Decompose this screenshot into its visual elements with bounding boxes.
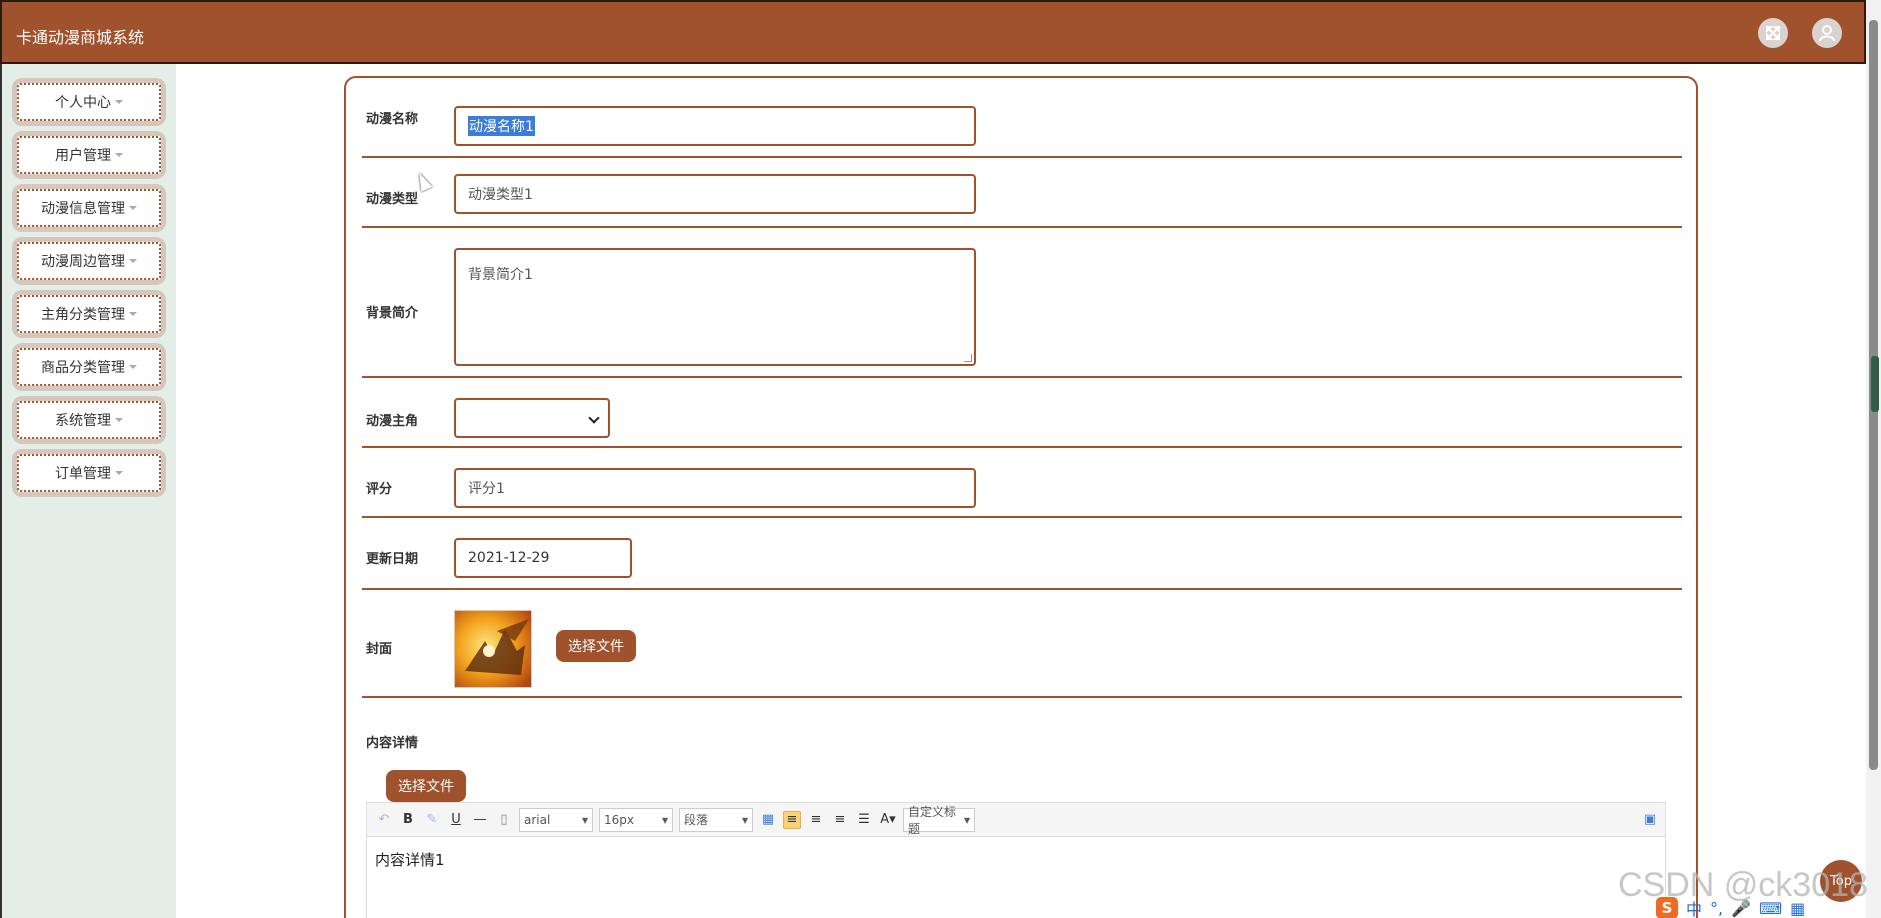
- field-label: 评分: [366, 482, 393, 497]
- detail-choose-file-button[interactable]: 选择文件: [386, 770, 466, 802]
- keyboard-icon[interactable]: ⌨: [1759, 899, 1782, 918]
- sidebar-item-anime-info[interactable]: 动漫信息管理: [12, 184, 166, 232]
- format-painter-icon[interactable]: ✎: [423, 811, 441, 829]
- editor-toolbar: ↶ B ✎ U — ▯ arial ▾ 16px ▾ 段落 ▾ ▦ ≡ ≡ ≡ ☰ A…: [367, 803, 1665, 837]
- user-icon[interactable]: [1812, 18, 1842, 48]
- caret-down-icon: [115, 471, 123, 475]
- custom-title-select[interactable]: 自定义标题 ▾: [903, 805, 975, 836]
- sidebar-item-product-category[interactable]: 商品分类管理: [12, 343, 166, 391]
- cover-image: [454, 610, 532, 688]
- caret-down-icon: [115, 100, 123, 104]
- app-title: 卡通动漫商城系统: [16, 28, 145, 47]
- font-size-select[interactable]: 16px ▾: [599, 807, 673, 832]
- name-input[interactable]: 动漫名称1: [454, 106, 976, 146]
- caret-down-icon: [115, 418, 123, 422]
- custom-title-value: 自定义标题: [908, 804, 957, 836]
- ime-lang[interactable]: 中: [1686, 896, 1702, 918]
- caret-down-icon: [115, 153, 123, 157]
- field-label: 动漫主角: [366, 414, 419, 429]
- undo-icon[interactable]: ↶: [375, 811, 393, 829]
- paragraph-select[interactable]: 段落 ▾: [679, 807, 753, 832]
- align-right-icon[interactable]: ≡: [807, 811, 825, 829]
- rich-text-editor[interactable]: ↶ B ✎ U — ▯ arial ▾ 16px ▾ 段落 ▾ ▦ ≡ ≡ ≡ ☰ A…: [366, 802, 1666, 918]
- form-row-cover: 封面 选择文件: [362, 590, 1682, 698]
- form-row-protagonist: 动漫主角: [362, 378, 1682, 448]
- caret-down-icon: ▾: [661, 812, 668, 827]
- resize-handle-icon[interactable]: [964, 354, 972, 362]
- input-value: 动漫类型1: [468, 187, 533, 203]
- page-icon[interactable]: ▯: [495, 811, 513, 829]
- field-label: 动漫名称: [366, 112, 419, 127]
- sidebar-item-system[interactable]: 系统管理: [12, 396, 166, 444]
- caret-down-icon: [129, 312, 137, 316]
- sidebar-item-label: 用户管理: [55, 148, 111, 164]
- sidebar-item-label: 动漫周边管理: [41, 254, 125, 270]
- form-row-name: 动漫名称 动漫名称1: [362, 78, 1682, 158]
- cover-choose-file-button[interactable]: 选择文件: [556, 630, 636, 662]
- field-label: 背景简介: [366, 306, 419, 321]
- textarea-value: 背景简介1: [468, 267, 533, 283]
- top-header: 卡通动漫商城系统: [0, 0, 1866, 64]
- table-icon[interactable]: ▦: [759, 811, 777, 829]
- update-date-input[interactable]: 2021-12-29: [454, 538, 632, 578]
- paragraph-value: 段落: [684, 813, 709, 827]
- sidebar-item-label: 订单管理: [55, 466, 111, 482]
- editor-content[interactable]: 内容详情1: [367, 837, 1665, 882]
- edit-form-panel: 动漫名称 动漫名称1 动漫类型 动漫类型1 背景简介 背景简介1 动漫主角 评分…: [344, 76, 1698, 918]
- type-input[interactable]: 动漫类型1: [454, 174, 976, 214]
- punctuation-icon[interactable]: °,: [1710, 899, 1723, 918]
- sidebar-item-label: 主角分类管理: [41, 307, 125, 323]
- ime-logo[interactable]: S: [1656, 897, 1678, 918]
- align-justify-icon[interactable]: ☰: [855, 811, 873, 829]
- align-left-icon[interactable]: ≡: [783, 810, 801, 829]
- caret-down-icon: [129, 259, 137, 263]
- preview-icon[interactable]: ▣: [1641, 811, 1659, 829]
- caret-down-icon: ▾: [963, 812, 970, 827]
- page-scrollbar[interactable]: [1866, 0, 1881, 918]
- sidebar-item-user-management[interactable]: 用户管理: [12, 131, 166, 179]
- protagonist-select[interactable]: [454, 398, 610, 438]
- field-label: 内容详情: [366, 736, 419, 751]
- caret-down-icon: [129, 365, 137, 369]
- form-row-background: 背景简介 背景简介1: [362, 228, 1682, 378]
- sidebar-item-anime-merch[interactable]: 动漫周边管理: [12, 237, 166, 285]
- sidebar-item-label: 个人中心: [55, 95, 111, 111]
- grid-menu-icon[interactable]: ▦: [1790, 899, 1805, 918]
- field-label: 动漫类型: [366, 192, 419, 207]
- sidebar-item-label: 商品分类管理: [41, 360, 125, 376]
- input-value: 评分1: [468, 481, 505, 497]
- caret-down-icon: [129, 206, 137, 210]
- scroll-position-indicator: [1871, 356, 1879, 412]
- form-row-score: 评分 评分1: [362, 448, 1682, 518]
- sidebar-item-orders[interactable]: 订单管理: [12, 449, 166, 497]
- form-row-update-date: 更新日期 2021-12-29: [362, 518, 1682, 590]
- score-input[interactable]: 评分1: [454, 468, 976, 508]
- sidebar-item-label: 系统管理: [55, 413, 111, 429]
- field-label: 更新日期: [366, 552, 419, 567]
- ime-toolbar: S 中 °, 🎤 ⌨ ▦: [1656, 896, 1805, 918]
- bold-icon[interactable]: B: [399, 811, 417, 829]
- sidebar-item-personal-center[interactable]: 个人中心: [12, 78, 166, 126]
- fullscreen-icon[interactable]: [1758, 18, 1788, 48]
- font-family-value: arial: [524, 812, 551, 827]
- input-value: 动漫名称1: [468, 116, 535, 136]
- font-family-select[interactable]: arial ▾: [519, 807, 593, 832]
- underline-icon[interactable]: U: [447, 811, 465, 829]
- caret-down-icon: ▾: [741, 812, 748, 827]
- sidebar-item-protagonist-category[interactable]: 主角分类管理: [12, 290, 166, 338]
- font-color-icon[interactable]: A▾: [879, 811, 897, 829]
- caret-down-icon: ▾: [581, 812, 588, 827]
- sidebar: 个人中心 用户管理 动漫信息管理 动漫周边管理 主角分类管理 商品分类管理 系统…: [0, 64, 176, 918]
- font-size-value: 16px: [604, 812, 634, 827]
- align-center-icon[interactable]: ≡: [831, 811, 849, 829]
- chevron-down-icon: [588, 412, 600, 424]
- field-label: 封面: [366, 642, 393, 657]
- input-value: 2021-12-29: [468, 550, 550, 566]
- microphone-icon[interactable]: 🎤: [1731, 899, 1751, 918]
- horizontal-rule-icon[interactable]: —: [471, 811, 489, 829]
- form-row-type: 动漫类型 动漫类型1: [362, 158, 1682, 228]
- background-textarea[interactable]: 背景简介1: [454, 248, 976, 366]
- sidebar-item-label: 动漫信息管理: [41, 201, 125, 217]
